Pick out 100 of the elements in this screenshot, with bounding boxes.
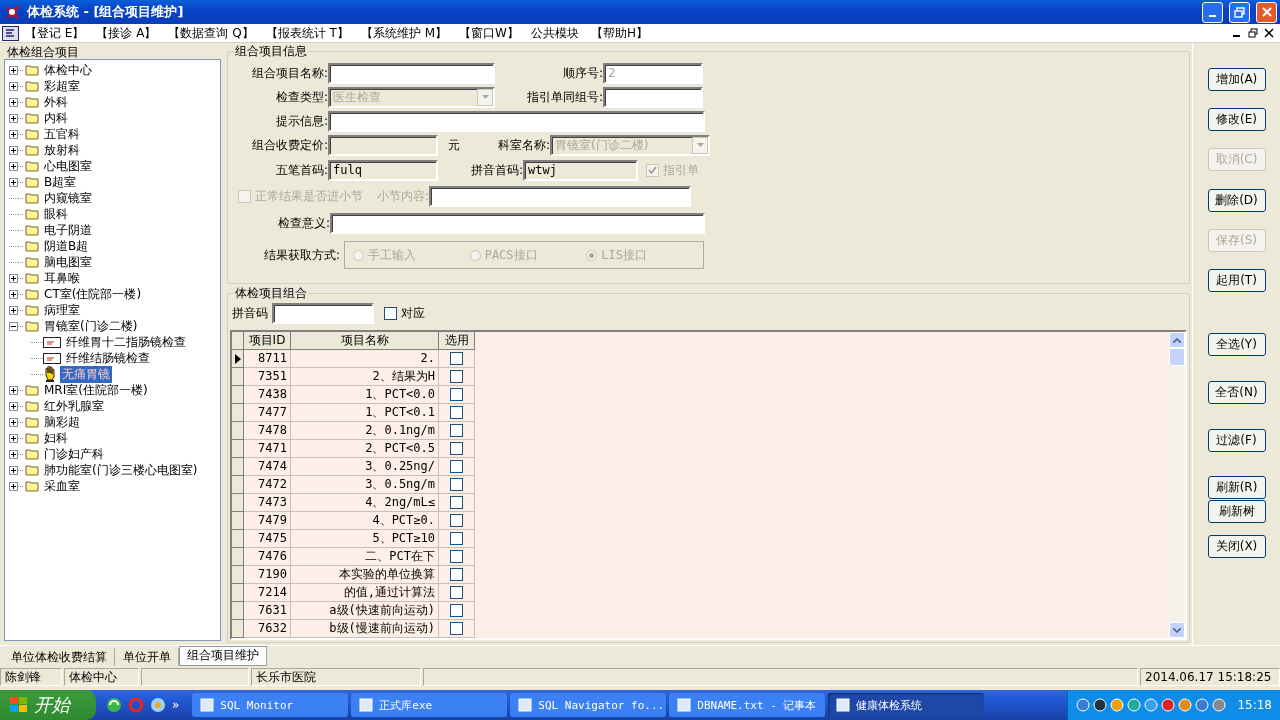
checkbox[interactable] bbox=[450, 352, 463, 365]
expand-toggle[interactable] bbox=[9, 449, 18, 459]
column-header[interactable]: 选用 bbox=[439, 332, 475, 350]
checkbox[interactable] bbox=[450, 424, 463, 437]
taskbar-button[interactable]: SQL Navigator fo... bbox=[510, 693, 667, 717]
menu-item[interactable]: 【帮助H】 bbox=[584, 24, 654, 42]
expand-toggle[interactable] bbox=[9, 401, 18, 411]
globe-icon[interactable] bbox=[150, 697, 166, 713]
menu-item[interactable]: 【窗口W】 bbox=[453, 24, 525, 42]
action-button[interactable]: 增加(A) bbox=[1207, 68, 1266, 91]
tree-item[interactable]: 心电图室 bbox=[42, 157, 94, 175]
expand-toggle[interactable] bbox=[9, 129, 18, 139]
expand-toggle[interactable] bbox=[9, 433, 18, 443]
text-field[interactable] bbox=[328, 62, 495, 84]
action-button[interactable]: 全选(Y) bbox=[1207, 333, 1266, 356]
tree-item[interactable]: 脑电图室 bbox=[42, 253, 94, 271]
action-button[interactable]: 刷新树 bbox=[1207, 500, 1266, 523]
tree-item[interactable]: 门诊妇产科 bbox=[42, 445, 106, 463]
expand-toggle[interactable] bbox=[9, 481, 18, 491]
tree-item[interactable]: 内科 bbox=[42, 109, 70, 127]
restore-icon[interactable] bbox=[1248, 28, 1258, 38]
scrollbar[interactable] bbox=[1169, 332, 1185, 638]
expand-toggle[interactable] bbox=[9, 145, 18, 155]
tree-item[interactable]: 耳鼻喉 bbox=[42, 269, 82, 287]
expand-toggle[interactable] bbox=[9, 81, 18, 91]
expand-toggle[interactable] bbox=[9, 305, 18, 315]
tree-item[interactable]: 内窥镜室 bbox=[42, 189, 94, 207]
text-field[interactable] bbox=[328, 134, 438, 156]
checkbox[interactable] bbox=[450, 568, 463, 581]
expand-toggle[interactable] bbox=[9, 113, 18, 123]
checkbox[interactable] bbox=[450, 388, 463, 401]
action-button[interactable]: 关闭(X) bbox=[1207, 535, 1266, 558]
checkbox[interactable] bbox=[450, 586, 463, 599]
tree-item[interactable]: 采血室 bbox=[42, 477, 82, 495]
tree-item[interactable]: 五官科 bbox=[42, 125, 82, 143]
menu-item[interactable]: 【系统维护 M】 bbox=[354, 24, 454, 42]
expand-toggle[interactable] bbox=[9, 161, 18, 171]
text-field[interactable]: fulq bbox=[328, 159, 438, 181]
close-button[interactable] bbox=[1256, 1, 1277, 23]
menu-item[interactable]: 【接诊 A】 bbox=[90, 24, 163, 42]
checkbox[interactable] bbox=[450, 514, 463, 527]
checkbox[interactable] bbox=[384, 306, 397, 320]
checkbox[interactable] bbox=[450, 406, 463, 419]
column-header[interactable]: 项目名称 bbox=[291, 332, 439, 350]
checkbox[interactable] bbox=[450, 370, 463, 383]
start-button[interactable]: 开始 bbox=[0, 690, 96, 720]
checkbox[interactable] bbox=[450, 532, 463, 545]
tree-item[interactable]: B超室 bbox=[42, 173, 79, 191]
expand-toggle[interactable] bbox=[9, 97, 18, 107]
tree-item[interactable]: 彩超室 bbox=[42, 77, 82, 95]
scroll-thumb[interactable] bbox=[1169, 348, 1185, 366]
checkbox[interactable] bbox=[450, 460, 463, 473]
tree-item[interactable]: 体检中心 bbox=[42, 61, 94, 79]
document-icon[interactable] bbox=[2, 25, 19, 41]
restore-button[interactable] bbox=[1229, 1, 1250, 23]
expand-toggle[interactable] bbox=[9, 289, 18, 299]
expand-toggle[interactable] bbox=[9, 177, 18, 187]
tree-item[interactable]: 红外乳腺室 bbox=[42, 397, 106, 415]
checkbox[interactable] bbox=[450, 550, 463, 563]
close-icon[interactable] bbox=[1264, 28, 1274, 38]
menu-item[interactable]: 【报表统计 T】 bbox=[259, 24, 355, 42]
more-button[interactable]: » bbox=[172, 698, 180, 712]
action-button[interactable]: 修改(E) bbox=[1207, 108, 1266, 131]
tree-item[interactable]: 纤维胃十二指肠镜检查 bbox=[64, 333, 188, 351]
action-button[interactable]: 全否(N) bbox=[1207, 381, 1266, 404]
action-button[interactable]: 删除(D) bbox=[1207, 189, 1266, 212]
tree-item[interactable]: 电子阴道 bbox=[42, 221, 94, 239]
text-field[interactable] bbox=[272, 302, 374, 324]
menu-item[interactable]: 公共模块 bbox=[524, 24, 585, 42]
text-field[interactable] bbox=[603, 86, 703, 108]
checkbox[interactable] bbox=[450, 604, 463, 617]
row-header[interactable] bbox=[232, 350, 244, 368]
taskbar-button[interactable]: 正式库exe bbox=[351, 693, 508, 717]
action-button[interactable]: 起用(T) bbox=[1207, 269, 1266, 292]
taskbar-button[interactable]: 健康体检系统 bbox=[828, 693, 985, 717]
tree-item[interactable]: 胃镜室(门诊二楼) bbox=[42, 317, 140, 335]
minimize-button[interactable] bbox=[1202, 1, 1223, 23]
column-header[interactable]: 项目ID bbox=[244, 332, 291, 350]
expand-toggle[interactable] bbox=[9, 65, 18, 75]
text-field[interactable] bbox=[330, 212, 705, 234]
tree-item[interactable]: 脑彩超 bbox=[42, 413, 82, 431]
menu-item[interactable]: 【数据查询 Q】 bbox=[162, 24, 260, 42]
action-button[interactable]: 刷新(R) bbox=[1207, 476, 1266, 499]
tree-item[interactable]: 放射科 bbox=[42, 141, 82, 159]
scroll-up-icon[interactable] bbox=[1169, 332, 1185, 348]
tree-item[interactable]: 肺功能室(门诊三楼心电图室) bbox=[42, 461, 200, 479]
tray-icon[interactable] bbox=[1093, 698, 1108, 712]
document-tab[interactable]: 组合项目维护 bbox=[179, 646, 267, 666]
tree-item[interactable]: 妇科 bbox=[42, 429, 70, 447]
checkbox[interactable] bbox=[450, 622, 463, 635]
tree-item[interactable]: 外科 bbox=[42, 93, 70, 111]
taskbar-button[interactable]: SQL Monitor bbox=[192, 693, 349, 717]
text-field[interactable]: wtwj bbox=[523, 159, 638, 181]
menu-item[interactable]: 【登记 E】 bbox=[19, 24, 91, 42]
action-button[interactable]: 过滤(F) bbox=[1207, 429, 1266, 452]
expand-toggle[interactable] bbox=[9, 417, 18, 427]
tree-item[interactable]: CT室(住院部一楼) bbox=[42, 285, 144, 303]
tree-item[interactable]: 眼科 bbox=[42, 205, 70, 223]
collapse-toggle[interactable] bbox=[9, 321, 18, 331]
text-field[interactable] bbox=[328, 110, 705, 132]
